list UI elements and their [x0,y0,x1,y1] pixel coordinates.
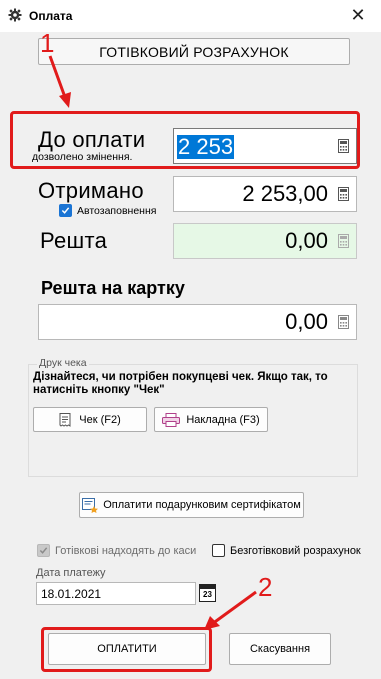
autofill-checkbox[interactable] [59,204,72,217]
check-button-label: Чек (F2) [79,413,121,426]
to-pay-note: дозволено змінення. [32,151,133,163]
to-pay-field[interactable]: 2 253 [173,128,357,164]
certificate-icon [82,498,99,513]
annotation-arrow-1 [48,55,71,108]
cashless-checkbox[interactable] [212,544,225,557]
change-field: 0,00 [173,223,357,259]
window-title: Оплата [29,9,73,23]
gift-certificate-button[interactable]: Оплатити подарунковим сертифікатом [79,492,304,518]
to-pay-value: 2 253 [177,134,235,159]
calculator-icon[interactable] [338,187,349,201]
received-value: 2 253,00 [242,181,328,206]
check-button[interactable]: Чек (F2) [33,407,147,432]
payment-date-label: Дата платежу [36,567,106,579]
received-label: Отримано [38,178,144,203]
change-to-card-label: Решта на картку [41,278,185,298]
payment-date-value: 18.01.2021 [41,587,102,601]
gift-certificate-label: Оплатити подарунковим сертифікатом [103,499,301,511]
calculator-icon[interactable] [338,315,349,329]
received-field[interactable]: 2 253,00 [173,176,357,212]
receipt-icon [59,412,71,427]
receipt-print-legend: Друк чека [37,357,89,369]
change-value: 0,00 [285,228,328,253]
to-pay-label: До оплати [38,127,146,152]
gear-icon [8,8,22,22]
cash-payment-button[interactable]: ГОТІВКОВИЙ РОЗРАХУНОК [38,38,350,65]
invoice-button[interactable]: Накладна (F3) [154,407,268,432]
receipt-hint: Дізнайтеся, чи потрібен покупцеві чек. Я… [33,371,328,396]
payment-date-field[interactable]: 18.01.2021 [36,582,196,605]
pay-button[interactable]: ОПЛАТИТИ [48,633,206,665]
change-to-card-value: 0,00 [285,309,328,334]
cancel-button[interactable]: Скасування [229,633,331,665]
cash-to-register-checkbox [37,544,50,557]
change-to-card-field[interactable]: 0,00 [38,304,357,340]
change-label: Решта [40,228,108,253]
annotation-marker-2: 2 [258,572,273,602]
calculator-icon [338,234,349,248]
printer-icon [162,412,181,427]
autofill-label: Автозаповнення [77,205,157,217]
close-icon[interactable]: ✕ [344,2,372,28]
cashless-label: Безготівковий розрахунок [230,545,361,557]
checkmark-icon [61,207,70,214]
cash-to-register-label: Готівкові надходять до каси [55,545,197,557]
invoice-button-label: Накладна (F3) [186,413,260,426]
checkmark-icon [39,547,48,554]
calculator-icon[interactable] [338,139,349,153]
